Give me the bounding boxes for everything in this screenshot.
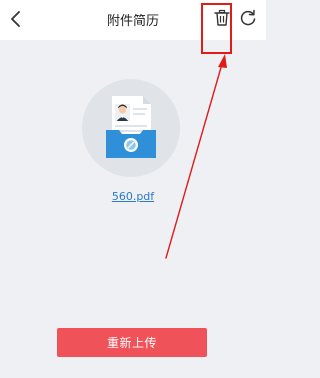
annotation-arrow [165, 54, 227, 259]
refresh-button[interactable] [238, 8, 258, 28]
reupload-button[interactable]: 重新上传 [57, 328, 207, 357]
refresh-icon [240, 9, 256, 26]
resume-document-icon [106, 96, 156, 158]
chevron-left-icon [11, 11, 20, 27]
file-illustration [82, 79, 180, 177]
back-button[interactable] [6, 8, 28, 30]
annotation-highlight-box [201, 3, 232, 54]
file-name-link[interactable]: 560.pdf [0, 190, 266, 203]
